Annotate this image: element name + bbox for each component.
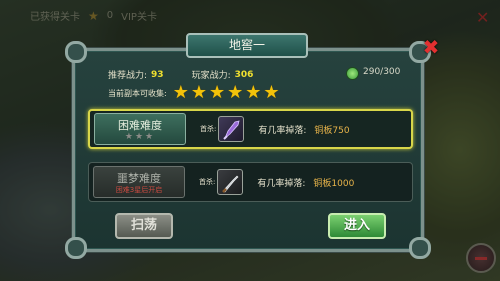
first-kill-label: 首杀: [200, 125, 217, 133]
difficulty-row-nightmare[interactable]: 噩梦难度 困难3星后开启 首杀: 有几率掉落: 铜板1000 [88, 162, 413, 202]
stamina-gem-icon [346, 67, 359, 80]
star-icon: ★ [172, 82, 189, 103]
difficulty-stars: ★★★ [124, 131, 156, 142]
star-icon: ★ [245, 82, 262, 103]
ornament-corner [65, 41, 87, 63]
enter-button[interactable]: 进入 [328, 213, 386, 239]
power-info: 推荐战力: 93 玩家战力: 306 [108, 68, 254, 82]
close-button[interactable]: ✖ [422, 37, 440, 57]
recommended-power-label: 推荐战力: [108, 71, 148, 81]
star-icon: ★ [263, 82, 280, 103]
star-icon: ★ [190, 82, 207, 103]
unlock-requirement: 困难3星后开启 [115, 185, 163, 194]
difficulty-row-hard[interactable]: 困难难度 ★★★ 首杀: 有几率掉落: 铜板750 [88, 109, 413, 149]
recommended-power-value: 93 [151, 69, 164, 80]
difficulty-name: 噩梦难度 [117, 171, 161, 185]
player-power-value: 306 [234, 69, 254, 80]
stamina-display: 290/300 [346, 67, 403, 80]
difficulty-button-hard[interactable]: 困难难度 ★★★ [94, 113, 186, 145]
dagger-item-icon[interactable] [217, 169, 244, 195]
collectible-stars: ★ ★ ★ ★ ★ ★ [173, 84, 280, 102]
first-kill-label: 首杀: [199, 178, 216, 186]
collectible-label: 当前副本可收集: [108, 88, 167, 98]
difficulty-button-nightmare[interactable]: 噩梦难度 困难3星后开启 [93, 166, 185, 198]
dialog-title: 地窖一 [186, 33, 308, 58]
stamina-value: 290/300 [363, 67, 401, 77]
player-power-label: 玩家战力: [191, 71, 231, 81]
difficulty-name: 困难难度 [118, 118, 162, 132]
collectible-row: 当前副本可收集: ★ ★ ★ ★ ★ ★ [108, 84, 280, 102]
ornament-corner [409, 237, 431, 259]
drop-chance-label: 有几率掉落: [258, 125, 307, 136]
purple-blade-item-icon[interactable] [218, 116, 245, 142]
star-icon: ★ [208, 82, 226, 103]
drop-reward-value: 铜板1000 [313, 178, 355, 189]
sweep-button[interactable]: 扫荡 [115, 213, 173, 239]
drop-reward-value: 铜板750 [314, 125, 350, 136]
star-icon: ★ [227, 82, 244, 103]
drop-chance-label: 有几率掉落: [257, 178, 306, 189]
ornament-corner [65, 237, 87, 259]
